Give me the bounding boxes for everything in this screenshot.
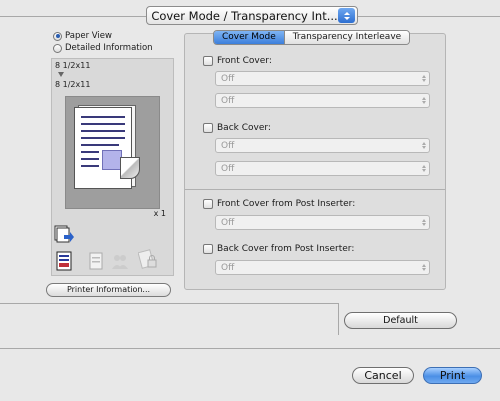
select-arrows-icon bbox=[419, 75, 429, 82]
select-arrows-icon bbox=[419, 219, 429, 226]
bottom-divider-left bbox=[0, 303, 338, 304]
detailed-info-label: Detailed Information bbox=[65, 43, 153, 53]
printer-information-button[interactable]: Printer Information... bbox=[46, 283, 171, 297]
print-button[interactable]: Print bbox=[423, 367, 482, 384]
select-value: Off bbox=[221, 95, 235, 106]
image-block bbox=[102, 150, 122, 170]
cancel-button[interactable]: Cancel bbox=[352, 367, 414, 384]
checkbox-icon bbox=[203, 244, 213, 254]
back-cover-select-1[interactable]: Off bbox=[215, 138, 430, 153]
people-icon bbox=[112, 255, 128, 269]
select-arrows-icon bbox=[419, 142, 429, 149]
detailed-info-radio[interactable]: Detailed Information bbox=[53, 43, 153, 53]
copies-count: x 1 bbox=[153, 209, 166, 218]
checkbox-icon bbox=[203, 199, 213, 209]
select-value: Off bbox=[221, 262, 235, 273]
paper-size-bottom: 8 1/2x11 bbox=[55, 80, 91, 89]
select-arrows-icon bbox=[419, 97, 429, 104]
popup-arrows-icon bbox=[338, 8, 355, 23]
paper-view-radio[interactable]: Paper View bbox=[53, 31, 112, 41]
back-cover-checkbox[interactable]: Back Cover: bbox=[203, 123, 271, 133]
front-post-inserter-select[interactable]: Off bbox=[215, 215, 430, 230]
cover-mode-popup[interactable]: Cover Mode / Transparency Int... bbox=[146, 6, 358, 25]
down-arrow-icon bbox=[58, 72, 64, 77]
select-value: Off bbox=[221, 140, 235, 151]
select-arrows-icon bbox=[419, 165, 429, 172]
front-cover-checkbox[interactable]: Front Cover: bbox=[203, 56, 272, 66]
select-arrows-icon bbox=[419, 264, 429, 271]
back-post-inserter-label: Back Cover from Post Inserter: bbox=[217, 244, 355, 254]
checkbox-icon bbox=[203, 123, 213, 133]
radio-selected-icon bbox=[53, 31, 62, 41]
duplex-icon bbox=[89, 252, 103, 270]
front-post-inserter-checkbox[interactable]: Front Cover from Post Inserter: bbox=[203, 199, 355, 209]
paper-preview-panel: 8 1/2x11 8 1/2x11 x 1 bbox=[51, 58, 174, 276]
top-divider-right bbox=[358, 16, 500, 17]
popup-label: Cover Mode / Transparency Int... bbox=[151, 8, 338, 23]
back-post-inserter-select[interactable]: Off bbox=[215, 260, 430, 275]
section-divider bbox=[185, 189, 445, 190]
lock-icon bbox=[138, 249, 157, 269]
default-button[interactable]: Default bbox=[344, 312, 457, 329]
bottom-divider bbox=[0, 348, 500, 349]
checkbox-icon bbox=[203, 56, 213, 66]
back-cover-select-2[interactable]: Off bbox=[215, 161, 430, 176]
page-curl bbox=[120, 157, 140, 179]
select-value: Off bbox=[221, 217, 235, 228]
page-preview bbox=[65, 96, 160, 209]
back-cover-label: Back Cover: bbox=[217, 123, 271, 133]
document-icon bbox=[56, 251, 72, 271]
tab-bar: Cover Mode Transparency Interleave bbox=[213, 30, 411, 45]
back-post-inserter-checkbox[interactable]: Back Cover from Post Inserter: bbox=[203, 244, 354, 254]
booklet-arrow-icon bbox=[54, 225, 74, 243]
front-cover-select-2[interactable]: Off bbox=[215, 93, 430, 108]
paper-size-top: 8 1/2x11 bbox=[55, 61, 91, 70]
radio-unselected-icon bbox=[53, 43, 62, 53]
select-value: Off bbox=[221, 163, 235, 174]
front-post-inserter-label: Front Cover from Post Inserter: bbox=[217, 199, 356, 209]
select-value: Off bbox=[221, 73, 235, 84]
front-cover-select-1[interactable]: Off bbox=[215, 71, 430, 86]
tab-transparency-interleave[interactable]: Transparency Interleave bbox=[283, 31, 410, 44]
tab-cover-mode[interactable]: Cover Mode bbox=[214, 31, 284, 44]
paper-view-label: Paper View bbox=[65, 31, 112, 41]
front-cover-label: Front Cover: bbox=[217, 56, 272, 66]
vertical-divider bbox=[338, 303, 339, 335]
top-divider-left bbox=[0, 16, 146, 17]
